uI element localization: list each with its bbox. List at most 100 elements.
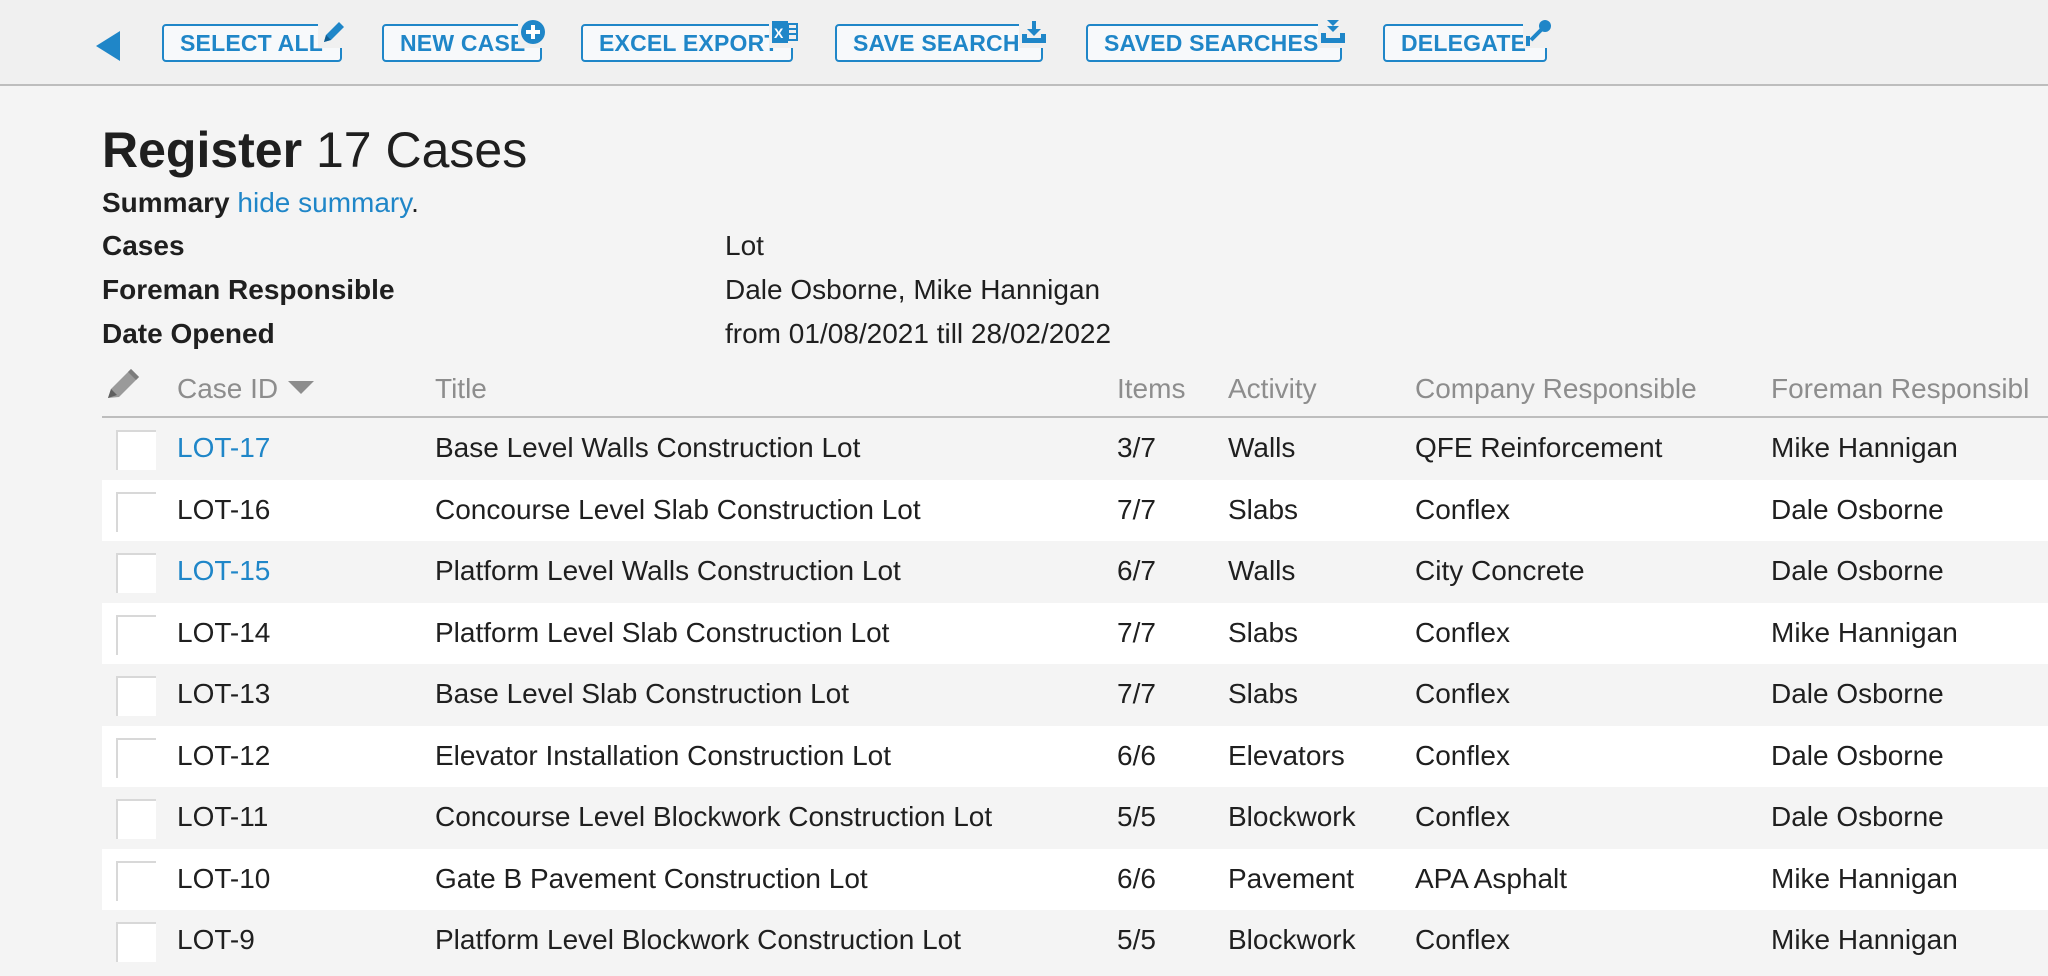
table-row[interactable]: LOT-13 Base Level Slab Construction Lot … [102,664,2048,726]
saved-searches-button[interactable]: SAVED SEARCHES [1086,18,1348,62]
page-title: Register 17 Cases [102,122,527,178]
case-items: 3/7 [1117,432,1156,463]
case-title: Concourse Level Slab Construction Lot [435,493,921,525]
column-header-activity[interactable]: Activity [1228,372,1317,406]
case-foreman: Mike Hannigan [1771,924,1958,955]
column-header-title[interactable]: Title [435,372,487,406]
case-company: Conflex [1415,924,1510,955]
case-foreman: Mike Hannigan [1771,432,1958,463]
summary-line: Summary hide summary. [102,186,419,220]
row-checkbox[interactable] [116,430,156,470]
case-title: Platform Level Blockwork Construction Lo… [435,924,961,955]
pencil-icon [318,18,348,48]
stacked-download-icon [1318,18,1348,48]
column-header-foreman[interactable]: Foreman Responsibl [1771,372,2029,406]
case-id-header-label: Case ID [177,373,279,404]
save-search-label: SAVE SEARCH [853,30,1020,56]
excel-export-button[interactable]: EXCEL EXPORT X [581,18,799,62]
summary-punct: . [411,187,419,218]
case-company: Conflex [1415,801,1510,832]
case-foreman: Mike Hannigan [1771,616,1958,648]
row-checkbox[interactable] [116,737,156,778]
case-foreman: Dale Osborne [1771,555,1944,586]
case-id[interactable]: LOT-16 [177,493,270,527]
case-items: 5/5 [1117,924,1156,955]
table-row[interactable]: LOT-11 Concourse Level Blockwork Constru… [102,787,2048,849]
saved-searches-label: SAVED SEARCHES [1104,30,1319,56]
row-checkbox[interactable] [116,553,156,593]
case-activity: Slabs [1228,493,1299,525]
case-items: 6/6 [1117,739,1156,771]
case-title: Elevator Installation Construction Lot [435,739,892,771]
case-id-link[interactable]: LOT-15 [177,554,270,588]
table-row[interactable]: LOT-10 Gate B Pavement Construction Lot … [102,848,2048,910]
delegate-node-icon [1523,18,1553,48]
summary-foreman-label: Foreman Responsible [102,274,395,305]
back-arrow-icon[interactable] [96,31,120,61]
table-header: Case ID Title Items Activity Company Res… [102,360,2048,418]
cases-table: Case ID Title Items Activity Company Res… [102,360,2048,976]
case-title: Gate B Pavement Construction Lot [435,862,868,894]
case-id[interactable]: LOT-14 [177,616,270,650]
case-activity: Walls [1228,432,1296,463]
table-row[interactable]: LOT-14 Platform Level Slab Construction … [102,602,2048,664]
case-title: Platform Level Walls Construction Lot [435,555,901,586]
case-activity: Blockwork [1228,924,1356,955]
summary-date-value: from 01/08/2021 till 28/02/2022 [725,318,1112,349]
excel-icon: X [769,18,799,48]
case-items: 5/5 [1117,801,1156,832]
excel-export-label: EXCEL EXPORT [599,30,779,56]
case-company: Conflex [1415,678,1510,709]
summary-cases-value: Lot [725,230,764,261]
case-items: 6/6 [1117,862,1156,894]
case-foreman: Dale Osborne [1771,801,1944,832]
download-tray-icon [1019,18,1049,48]
column-header-items[interactable]: Items [1117,372,1185,406]
svg-text:X: X [774,25,784,41]
hide-summary-link[interactable]: hide summary [237,187,411,218]
case-activity: Elevators [1228,739,1345,771]
case-foreman: Mike Hannigan [1771,862,1958,894]
column-header-case-id[interactable]: Case ID [177,372,315,406]
select-all-button[interactable]: SELECT ALL [162,18,348,62]
delegate-button[interactable]: DELEGATE [1383,18,1553,62]
column-header-company[interactable]: Company Responsible [1415,372,1697,406]
table-row[interactable]: LOT-15 Platform Level Walls Construction… [102,541,2048,603]
case-foreman: Dale Osborne [1771,493,1944,525]
summary-date-label: Date Opened [102,318,275,349]
row-checkbox[interactable] [116,491,156,532]
case-foreman: Dale Osborne [1771,739,1944,771]
row-checkbox[interactable] [116,799,156,839]
table-row[interactable]: LOT-17 Base Level Walls Construction Lot… [102,418,2048,480]
case-id-link[interactable]: LOT-17 [177,431,270,465]
case-company: City Concrete [1415,555,1585,586]
case-company: QFE Reinforcement [1415,432,1663,463]
table-row[interactable]: LOT-12 Elevator Installation Constructio… [102,725,2048,787]
case-company: APA Asphalt [1415,862,1568,894]
edit-columns-pencil-icon[interactable] [104,364,144,404]
save-search-button[interactable]: SAVE SEARCH [835,18,1049,62]
toolbar: SELECT ALL NEW CASE EXCEL EXPORT X SAVE … [0,0,2048,86]
row-checkbox[interactable] [116,614,156,655]
table-row[interactable]: LOT-16 Concourse Level Slab Construction… [102,479,2048,541]
summary-label: Summary [102,187,230,218]
row-checkbox[interactable] [116,860,156,901]
case-id[interactable]: LOT-12 [177,739,270,773]
row-checkbox[interactable] [116,922,156,962]
case-company: Conflex [1415,739,1510,771]
case-items: 7/7 [1117,616,1156,648]
case-activity: Slabs [1228,616,1299,648]
row-checkbox[interactable] [116,676,156,716]
table-body: LOT-17 Base Level Walls Construction Lot… [102,418,2048,972]
case-title: Platform Level Slab Construction Lot [435,616,890,648]
case-count: 17 Cases [315,122,528,178]
case-activity: Slabs [1228,678,1299,709]
case-id[interactable]: LOT-9 [177,923,255,957]
table-row[interactable]: LOT-9 Platform Level Blockwork Construct… [102,910,2048,972]
new-case-button[interactable]: NEW CASE [382,18,548,62]
case-activity: Blockwork [1228,801,1356,832]
case-id[interactable]: LOT-10 [177,862,270,896]
case-id[interactable]: LOT-13 [177,677,270,711]
case-activity: Walls [1228,555,1296,586]
case-id[interactable]: LOT-11 [177,800,268,834]
